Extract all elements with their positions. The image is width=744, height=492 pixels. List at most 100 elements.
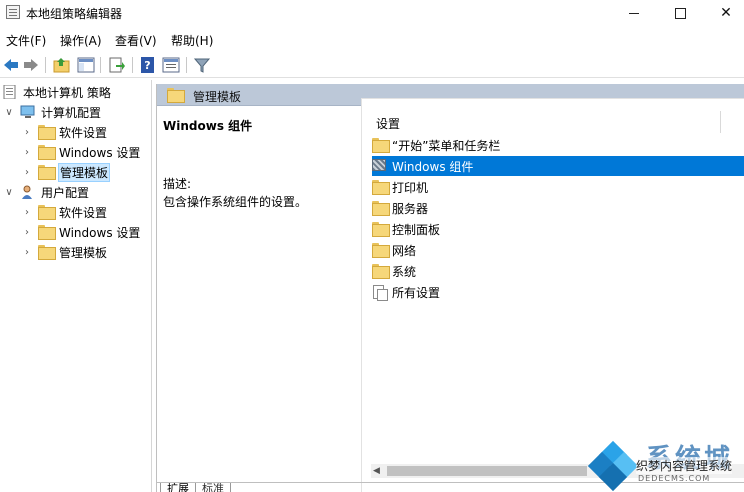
tree-label: Windows 设置 [59, 225, 141, 240]
computer-icon [20, 105, 36, 119]
folder-icon [38, 165, 56, 180]
details-pane: 管理模板 Windows 组件 描述: 包含操作系统组件的设置。 设置 “开始”… [156, 84, 744, 492]
tree-label: 计算机配置 [41, 105, 102, 120]
tree-item-cc-admin[interactable]: › 管理模板 [22, 162, 111, 182]
tree-item-cc-software[interactable]: › 软件设置 [22, 122, 107, 142]
folder-icon [38, 125, 56, 140]
tree-item-uc-software[interactable]: › 软件设置 [22, 202, 107, 222]
svg-text:?: ? [144, 59, 150, 72]
tree-label: 用户配置 [41, 185, 90, 200]
chevron-down-icon[interactable]: ∨ [4, 107, 14, 118]
menu-file[interactable]: 文件(F) [6, 32, 46, 49]
filter-icon[interactable] [193, 56, 211, 74]
watermark: 系统城 织梦内容管理系统 DEDECMS.COM [587, 438, 744, 492]
watermark-mid-text: 织梦内容管理系统 [636, 457, 733, 474]
properties-icon[interactable] [162, 56, 180, 74]
list-item[interactable]: 打印机 [372, 177, 744, 197]
show-hide-tree-icon[interactable] [77, 56, 95, 74]
column-divider[interactable] [720, 111, 721, 133]
tree-item-cc-windows[interactable]: › Windows 设置 [22, 142, 140, 162]
description-text: 包含操作系统组件的设置。 [163, 195, 308, 209]
folder-icon [38, 205, 56, 220]
minimize-button[interactable] [611, 0, 657, 26]
chevron-right-icon[interactable]: › [22, 247, 32, 258]
tree-item-user-config[interactable]: ∨ 用户配置 [4, 182, 89, 202]
folder-icon [372, 243, 390, 258]
menu-action[interactable]: 操作(A) [60, 32, 102, 49]
description-title: Windows 组件 [163, 119, 253, 133]
settings-list: 设置 “开始”菜单和任务栏 Windows 组件 打印机 服务器 控制面板 网络 [361, 98, 744, 492]
close-button[interactable]: ✕ [703, 0, 744, 26]
all-settings-icon [372, 285, 388, 301]
title-bar: 本地组策略编辑器 ✕ [0, 0, 744, 26]
column-header-settings[interactable]: 设置 [376, 115, 400, 132]
list-item[interactable]: 控制面板 [372, 219, 744, 239]
toolbar-separator [132, 57, 133, 73]
chevron-down-icon[interactable]: ∨ [4, 187, 14, 198]
help-icon[interactable]: ? [139, 56, 157, 74]
up-folder-icon[interactable] [53, 56, 71, 74]
folder-icon [167, 88, 185, 103]
description-label: 描述: [163, 177, 192, 191]
tab-extended[interactable]: 扩展 [160, 483, 196, 492]
folder-icon [372, 222, 390, 237]
list-item-label: 系统 [392, 264, 417, 279]
tree-label: 管理模板 [57, 162, 111, 182]
list-item[interactable]: 所有设置 [372, 282, 744, 302]
toolbar-separator [100, 57, 101, 73]
toolbar-separator [186, 57, 187, 73]
watermark-logo-icon [587, 440, 639, 492]
chevron-right-icon[interactable]: › [22, 147, 32, 158]
folder-icon [372, 180, 390, 195]
list-item-label: 网络 [392, 243, 417, 258]
export-list-icon[interactable] [108, 56, 126, 74]
user-icon [20, 185, 36, 199]
list-item-label: 控制面板 [392, 222, 441, 237]
window-title: 本地组策略编辑器 [26, 7, 123, 21]
toolbar: ? [0, 52, 744, 78]
forward-arrow-icon[interactable] [22, 56, 40, 74]
chevron-right-icon[interactable]: › [22, 167, 32, 178]
folder-icon [38, 145, 56, 160]
tree-pane: 本地计算机 策略 ∨ 计算机配置 › 软件设置 › Windows 设置 › 管… [0, 80, 152, 492]
list-item[interactable]: “开始”菜单和任务栏 [372, 135, 744, 155]
menu-bar: 文件(F) 操作(A) 查看(V) 帮助(H) [0, 30, 744, 50]
chevron-right-icon[interactable]: › [22, 207, 32, 218]
folder-icon [372, 138, 390, 153]
list-item[interactable]: 网络 [372, 240, 744, 260]
maximize-button[interactable] [657, 0, 703, 26]
list-item-selected[interactable]: Windows 组件 [372, 156, 744, 176]
tree-item-computer-config[interactable]: ∨ 计算机配置 [4, 102, 101, 122]
scrollbar-thumb[interactable] [387, 466, 587, 476]
tree-label: 软件设置 [59, 125, 108, 140]
folder-icon [38, 245, 56, 260]
list-item-label: 服务器 [392, 201, 429, 216]
tree-label: Windows 设置 [59, 145, 141, 160]
details-header-title: 管理模板 [193, 90, 242, 104]
toolbar-separator [45, 57, 46, 73]
list-item[interactable]: 服务器 [372, 198, 744, 218]
tab-standard[interactable]: 标准 [196, 483, 231, 492]
scroll-left-icon[interactable]: ◀ [373, 466, 380, 476]
list-item-label: 所有设置 [392, 285, 441, 300]
menu-help[interactable]: 帮助(H) [171, 32, 213, 49]
policy-template-icon [372, 159, 388, 173]
tree-label: 软件设置 [59, 205, 108, 220]
list-item-label: 打印机 [392, 180, 429, 195]
tree-label: 管理模板 [59, 245, 108, 260]
folder-icon [38, 225, 56, 240]
menu-view[interactable]: 查看(V) [115, 32, 157, 49]
tree-root[interactable]: 本地计算机 策略 [2, 82, 111, 102]
description-panel: Windows 组件 描述: 包含操作系统组件的设置。 [157, 106, 360, 492]
folder-icon [372, 264, 390, 279]
chevron-right-icon[interactable]: › [22, 227, 32, 238]
list-item[interactable]: 系统 [372, 261, 744, 281]
list-item-label: “开始”菜单和任务栏 [392, 138, 501, 153]
list-item-label: Windows 组件 [392, 159, 474, 174]
tree-item-uc-windows[interactable]: › Windows 设置 [22, 222, 140, 242]
tree-item-uc-admin[interactable]: › 管理模板 [22, 242, 107, 262]
back-arrow-icon[interactable] [2, 56, 20, 74]
app-icon [6, 5, 20, 19]
tree-label: 本地计算机 策略 [23, 85, 111, 100]
chevron-right-icon[interactable]: › [22, 127, 32, 138]
